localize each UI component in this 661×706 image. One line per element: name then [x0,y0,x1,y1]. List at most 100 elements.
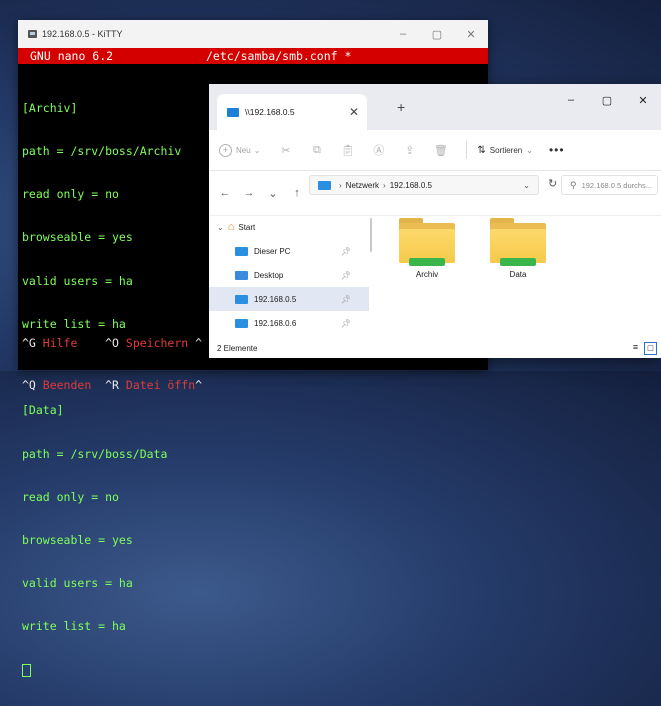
pin-icon: 📌︎ [340,270,351,280]
nano-filename: /etc/samba/smb.conf * [206,49,352,63]
breadcrumb-host[interactable]: 192.168.0.5 [390,181,432,190]
divider [466,141,468,159]
shortcut-label: Speichern [118,336,189,350]
back-arrow-icon[interactable]: ← [213,187,237,199]
shortcut-key: ^ [195,378,203,392]
item-count: 2 Elemente [217,343,258,353]
search-placeholder: 192.168.0.5 durchs... [581,180,653,190]
address-bar[interactable]: › Netzwerk › 192.168.0.5 ⌄ [309,175,539,195]
chevron-right-icon: › [383,180,386,190]
plus-icon: + [219,143,232,157]
file-explorer-window: \\192.168.0.5 ✕ + – ▢ ✕ + Neu ⌄ ✂ ⧉ 📋︎ Ⓐ… [209,84,661,358]
shortcut-key: ^Q [22,378,36,392]
maximize-button[interactable]: ▢ [589,94,625,107]
forward-arrow-icon[interactable]: → [237,187,261,199]
sidebar-item-host-6[interactable]: 192.168.0.6 📌︎ [209,311,369,335]
desktop-icon [235,270,248,280]
chevron-down-icon: ⌄ [253,145,261,155]
folder-name: Data [509,270,527,279]
recent-locations-icon[interactable]: ⌄ [261,187,285,200]
sort-icon: ⇅ [477,144,486,156]
new-button[interactable]: + Neu ⌄ [219,143,261,157]
shortcut-label: Datei öffn [118,378,196,392]
new-tab-button[interactable]: + [397,99,405,115]
search-input[interactable]: ⚲ 192.168.0.5 durchs... [561,175,658,195]
sidebar-item-label: Dieser PC [254,246,291,256]
home-icon: ⌂ [227,221,235,233]
chevron-right-icon: › [339,180,342,190]
kitty-title: 192.168.0.5 - KiTTY [42,29,123,39]
sidebar-scrollbar[interactable] [370,218,372,252]
shortcut-key: ^G [22,336,36,350]
sidebar-item-this-pc[interactable]: Dieser PC 📌︎ [209,239,369,263]
window-controls: – ▢ ✕ [553,94,661,107]
maximize-button[interactable]: ▢ [420,28,454,41]
shortcut-row-2: ^Q Beenden ^R Datei öffn^ [22,378,202,392]
share-icon[interactable]: ⇪ [394,144,425,157]
rename-icon[interactable]: Ⓐ [363,142,394,158]
sort-label: Sortieren [489,145,523,155]
shared-folder-icon [490,218,546,266]
shortcut-key: ^ [195,336,203,350]
kitty-app-icon [28,29,38,39]
folder-icon [227,107,239,117]
config-line: write list = ha [22,619,126,634]
cut-icon[interactable]: ✂ [270,144,301,157]
sidebar-item-label: Desktop [254,270,284,280]
status-bar: 2 Elemente ≡ □ [209,338,661,358]
computer-icon [235,246,248,256]
explorer-tabbar[interactable]: \\192.168.0.5 ✕ + – ▢ ✕ [209,84,661,130]
pin-icon: 📌︎ [340,246,351,256]
network-computer-icon [235,318,248,328]
sidebar-item-start[interactable]: ⌄ ⌂ Start [209,215,369,239]
config-line: path = /srv/boss/Data [22,446,168,461]
tiles-view-icon[interactable]: □ [644,341,657,355]
sidebar-item-label: 192.168.0.5 [254,294,297,304]
tab-network-share[interactable]: \\192.168.0.5 ✕ [217,94,367,130]
config-line: read only = no [22,489,119,504]
view-switcher: ≡ □ [630,341,657,355]
details-view-icon[interactable]: ≡ [630,342,641,353]
sort-button[interactable]: ⇅ Sortieren ⌄ [477,145,533,156]
shortcut-label: Beenden [35,378,92,392]
breadcrumb-network[interactable]: Netzwerk [346,181,379,190]
navigation-pane: ⌄ ⌂ Start Dieser PC 📌︎ Desktop 📌︎ 192.16… [209,215,369,339]
sidebar-item-host-5[interactable]: 192.168.0.5 📌︎ [209,287,369,311]
pin-icon: 📌︎ [340,318,351,328]
pin-icon: 📌︎ [340,294,351,304]
refresh-icon[interactable]: ↻ [548,177,557,190]
kitty-titlebar[interactable]: 192.168.0.5 - KiTTY – ▢ ✕ [18,20,488,48]
close-button[interactable]: ✕ [454,28,488,41]
up-arrow-icon[interactable]: ↑ [285,187,309,199]
copy-icon[interactable]: ⧉ [301,144,332,157]
shared-folder-icon [399,218,455,266]
command-bar: + Neu ⌄ ✂ ⧉ 📋︎ Ⓐ ⇪ 🗑︎ ⇅ Sortieren ⌄ ••• [209,130,661,171]
new-label: Neu [236,145,251,155]
address-dropdown-icon[interactable]: ⌄ [523,181,530,190]
text-cursor [22,663,31,677]
shortcut-row-1: ^G Hilfe ^O Speichern ^ [22,336,202,350]
chevron-down-icon: ⌄ [526,145,533,155]
nano-header: GNU nano 6.2 /etc/samba/smb.conf * [18,48,488,64]
shortcut-key: ^O [105,336,119,350]
config-line: valid users = ha [22,576,133,591]
minimize-button[interactable]: – [386,28,420,40]
paste-icon[interactable]: 📋︎ [332,144,363,157]
shortcut-key: ^R [105,378,119,392]
network-computer-icon [235,294,248,304]
text-cursor-line [22,663,488,677]
folder-item[interactable]: Data [488,218,548,279]
nano-version: GNU nano 6.2 [30,49,114,63]
folder-name: Archiv [415,270,439,279]
nano-shortcut-bar: ^G Hilfe ^O Speichern ^ ^Q Beenden ^R Da… [22,308,202,420]
delete-icon[interactable]: 🗑︎ [425,144,456,157]
shortcut-label: Hilfe [35,336,78,350]
close-button[interactable]: ✕ [625,94,661,107]
tab-close-icon[interactable]: ✕ [341,105,367,119]
folder-item[interactable]: Archiv [397,218,457,279]
minimize-button[interactable]: – [553,94,589,107]
search-icon: ⚲ [570,179,577,190]
more-options-button[interactable]: ••• [549,143,565,157]
sidebar-item-desktop[interactable]: Desktop 📌︎ [209,263,369,287]
tab-label: \\192.168.0.5 [245,107,295,117]
